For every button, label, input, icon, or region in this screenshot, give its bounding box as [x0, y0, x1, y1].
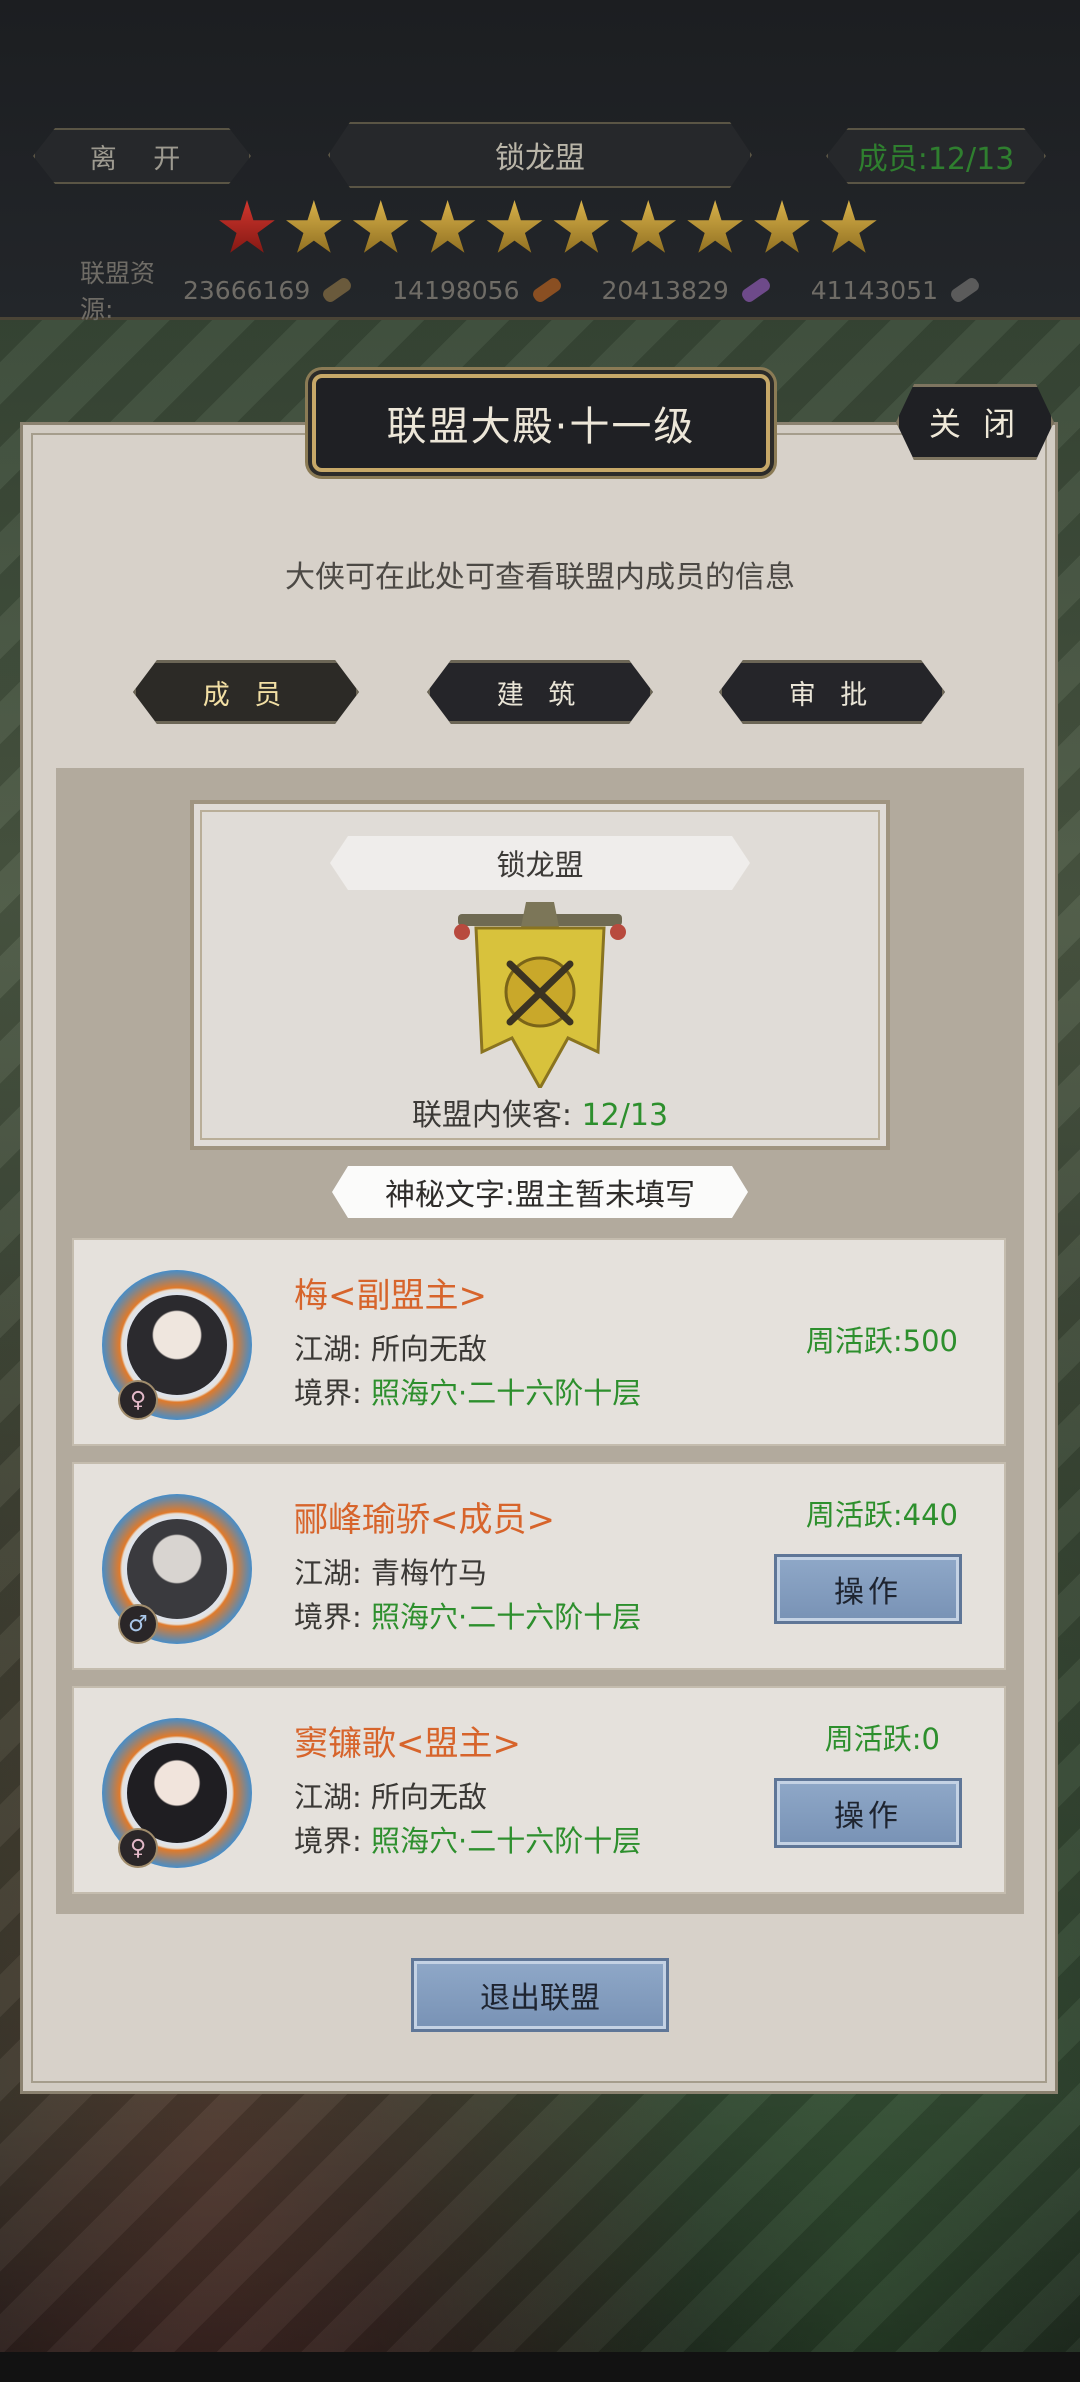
- member-realm: 境界: 照海穴·二十六阶十层: [294, 1818, 641, 1860]
- realm-value: 照海穴·二十六阶十层: [371, 1376, 642, 1410]
- quit-alliance-button[interactable]: 退出联盟: [411, 1958, 669, 2032]
- jianghu-label: 江湖:: [294, 1332, 362, 1366]
- resources-label: 联盟资源:: [80, 259, 156, 324]
- resource-value: 14198056: [392, 275, 520, 305]
- avatar: ♂: [102, 1494, 252, 1644]
- star-icon: [352, 200, 409, 253]
- realm-value: 照海穴·二十六阶十层: [371, 1600, 642, 1634]
- tab-buildings[interactable]: 建 筑: [427, 660, 653, 724]
- resource-item: 20413829: [601, 275, 773, 305]
- tab-approval[interactable]: 审 批: [719, 660, 945, 724]
- avatar: ♀: [102, 1270, 252, 1420]
- tab-members[interactable]: 成 员: [133, 660, 359, 724]
- jianghu-value: 所向无敌: [371, 1780, 488, 1814]
- member-name: 窦镰歌<盟主>: [294, 1724, 521, 1764]
- realm-label: 境界:: [294, 1376, 362, 1410]
- member-realm: 境界: 照海穴·二十六阶十层: [294, 1594, 641, 1636]
- realm-value: 照海穴·二十六阶十层: [371, 1824, 642, 1858]
- metal-icon: [948, 275, 982, 305]
- member-name: 郦峰瑜骄<成员>: [294, 1500, 555, 1540]
- resource-item: 23666169: [183, 275, 354, 305]
- jianghu-label: 江湖:: [294, 1556, 362, 1590]
- resource-value: 20413829: [601, 275, 729, 305]
- alliance-stars: [218, 200, 878, 262]
- star-icon: [620, 200, 677, 253]
- weekly-activity: 周活跃:440: [805, 1498, 958, 1532]
- member-jianghu: 江湖: 青梅竹马: [294, 1550, 487, 1592]
- panel-title: 联盟大殿·十一级: [312, 374, 770, 472]
- member-realm: 境界: 照海穴·二十六阶十层: [294, 1370, 641, 1412]
- alliance-member-count: 联盟内侠客: 12/13: [0, 1090, 1080, 1134]
- alliance-motto: 神秘文字:盟主暂未填写: [332, 1166, 748, 1218]
- star-icon: [687, 200, 743, 253]
- alliance-name-plate: 锁龙盟: [330, 836, 750, 890]
- weekly-activity: 周活跃:500: [805, 1324, 958, 1358]
- alliance-banner-icon: [454, 902, 626, 1088]
- female-icon: ♀: [118, 1380, 158, 1420]
- male-icon: ♂: [118, 1604, 158, 1644]
- star-icon: [419, 200, 476, 253]
- navigation-bar: [0, 2352, 1080, 2382]
- alliance-header: 离 开 锁龙盟 成员:12/13 联盟资源: 23666169 14198056…: [0, 0, 1080, 324]
- member-card[interactable]: ♀ 窦镰歌<盟主> 江湖: 所向无敌 境界: 照海穴·二十六阶十层 周活跃:0 …: [72, 1686, 1006, 1894]
- panel-intro-text: 大侠可在此处可查看联盟内成员的信息: [285, 560, 795, 595]
- close-button[interactable]: 关 闭: [896, 384, 1054, 460]
- realm-label: 境界:: [294, 1824, 362, 1858]
- realm-label: 境界:: [294, 1600, 362, 1634]
- star-icon: [219, 200, 275, 253]
- member-jianghu: 江湖: 所向无敌: [294, 1774, 487, 1816]
- star-icon: [486, 200, 543, 253]
- star-icon: [553, 200, 610, 253]
- jianghu-value: 所向无敌: [371, 1332, 488, 1366]
- scroll-icon: [530, 275, 563, 305]
- alliance-resources: 联盟资源: 23666169 14198056 20413829 4114305…: [80, 259, 1020, 324]
- avatar: ♀: [102, 1718, 252, 1868]
- resource-value: 41143051: [810, 275, 938, 305]
- members-label: 联盟内侠客:: [411, 1098, 573, 1133]
- member-name: 梅<副盟主>: [294, 1276, 487, 1316]
- operate-button[interactable]: 操作: [774, 1778, 962, 1848]
- star-icon: [286, 200, 342, 253]
- jianghu-label: 江湖:: [294, 1780, 362, 1814]
- leave-button[interactable]: 离 开: [33, 128, 251, 184]
- member-card[interactable]: ♂ 郦峰瑜骄<成员> 江湖: 青梅竹马 境界: 照海穴·二十六阶十层 周活跃:4…: [72, 1462, 1006, 1670]
- resource-item: 14198056: [392, 275, 563, 305]
- star-icon: [821, 200, 877, 253]
- members-value: 12/13: [581, 1098, 669, 1133]
- operate-button[interactable]: 操作: [774, 1554, 962, 1624]
- resource-value: 23666169: [183, 275, 311, 305]
- resource-item: 41143051: [810, 275, 982, 305]
- female-icon: ♀: [118, 1828, 158, 1868]
- member-count-badge: 成员:12/13: [826, 128, 1046, 184]
- crystal-icon: [739, 275, 773, 305]
- jianghu-value: 青梅竹马: [371, 1556, 488, 1590]
- member-card[interactable]: ♀ 梅<副盟主> 江湖: 所向无敌 境界: 照海穴·二十六阶十层 周活跃:500: [72, 1238, 1006, 1446]
- member-jianghu: 江湖: 所向无敌: [294, 1326, 487, 1368]
- wood-icon: [320, 275, 354, 305]
- star-icon: [754, 200, 810, 253]
- alliance-name-header: 锁龙盟: [328, 122, 752, 188]
- weekly-activity: 周活跃:0: [824, 1722, 940, 1756]
